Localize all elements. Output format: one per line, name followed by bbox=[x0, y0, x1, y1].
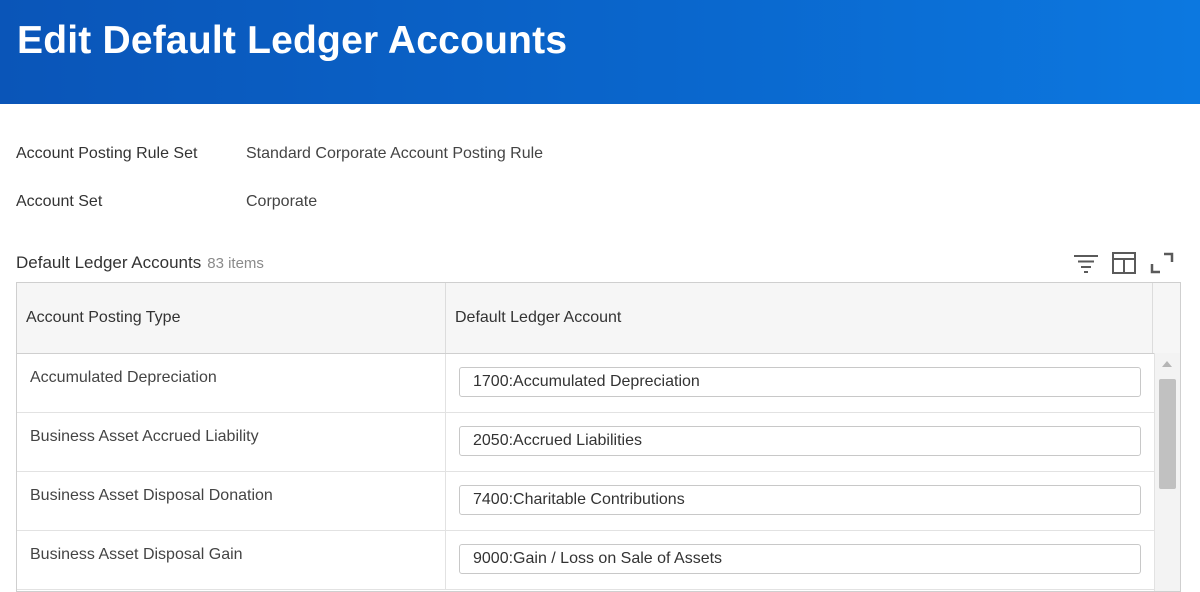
ledger-account-input[interactable]: 7400:Charitable Contributions bbox=[459, 485, 1141, 515]
table-row: Accumulated Depreciation 1700:Accumulate… bbox=[17, 354, 1154, 413]
table-row: Business Asset Disposal Gain 9000:Gain /… bbox=[17, 531, 1154, 590]
posting-type-cell: Accumulated Depreciation bbox=[17, 354, 446, 412]
ledger-account-input[interactable]: 2050:Accrued Liabilities bbox=[459, 426, 1141, 456]
column-header-posting-type[interactable]: Account Posting Type bbox=[17, 283, 446, 353]
ledger-account-input[interactable]: 1700:Accumulated Depreciation bbox=[459, 367, 1141, 397]
page-title: Edit Default Ledger Accounts bbox=[17, 19, 568, 62]
posting-type-cell: Business Asset Accrued Liability bbox=[17, 413, 446, 471]
columns-icon bbox=[1112, 252, 1136, 274]
ledger-account-input[interactable]: 9000:Gain / Loss on Sale of Assets bbox=[459, 544, 1141, 574]
page-header: Edit Default Ledger Accounts bbox=[0, 0, 1200, 104]
table-row: Business Asset Disposal Donation 7400:Ch… bbox=[17, 472, 1154, 531]
field-label: Account Posting Rule Set bbox=[16, 145, 198, 162]
field-value: Standard Corporate Account Posting Rule bbox=[246, 145, 544, 162]
ledger-account-value: 9000:Gain / Loss on Sale of Assets bbox=[473, 550, 723, 567]
filter-icon bbox=[1074, 255, 1098, 273]
grid-header: Account Posting Type Default Ledger Acco… bbox=[17, 283, 1180, 354]
filter-button[interactable] bbox=[1072, 250, 1100, 276]
expand-button[interactable] bbox=[1148, 250, 1176, 276]
column-header-ledger-account[interactable]: Default Ledger Account bbox=[447, 283, 1153, 353]
grid-title: Default Ledger Accounts 83 items bbox=[16, 253, 264, 273]
ledger-accounts-grid: Account Posting Type Default Ledger Acco… bbox=[16, 282, 1181, 592]
posting-type-cell: Business Asset Disposal Gain bbox=[17, 531, 446, 589]
table-row: Business Asset Accrued Liability 2050:Ac… bbox=[17, 413, 1154, 472]
field-label: Account Set bbox=[16, 193, 103, 210]
item-count: 83 items bbox=[207, 255, 264, 272]
grid-title-text: Default Ledger Accounts bbox=[16, 253, 202, 272]
grid-scrollbar[interactable] bbox=[1154, 353, 1180, 591]
expand-icon bbox=[1150, 252, 1174, 274]
posting-type-cell: Business Asset Disposal Donation bbox=[17, 472, 446, 530]
ledger-account-value: 1700:Accumulated Depreciation bbox=[473, 373, 700, 390]
columns-button[interactable] bbox=[1110, 250, 1138, 276]
grid-toolbar bbox=[1072, 250, 1176, 276]
scroll-up-icon[interactable] bbox=[1162, 361, 1172, 367]
field-value: Corporate bbox=[246, 193, 318, 210]
ledger-account-value: 7400:Charitable Contributions bbox=[473, 491, 685, 508]
scroll-thumb[interactable] bbox=[1159, 379, 1176, 489]
ledger-account-value: 2050:Accrued Liabilities bbox=[473, 432, 642, 449]
